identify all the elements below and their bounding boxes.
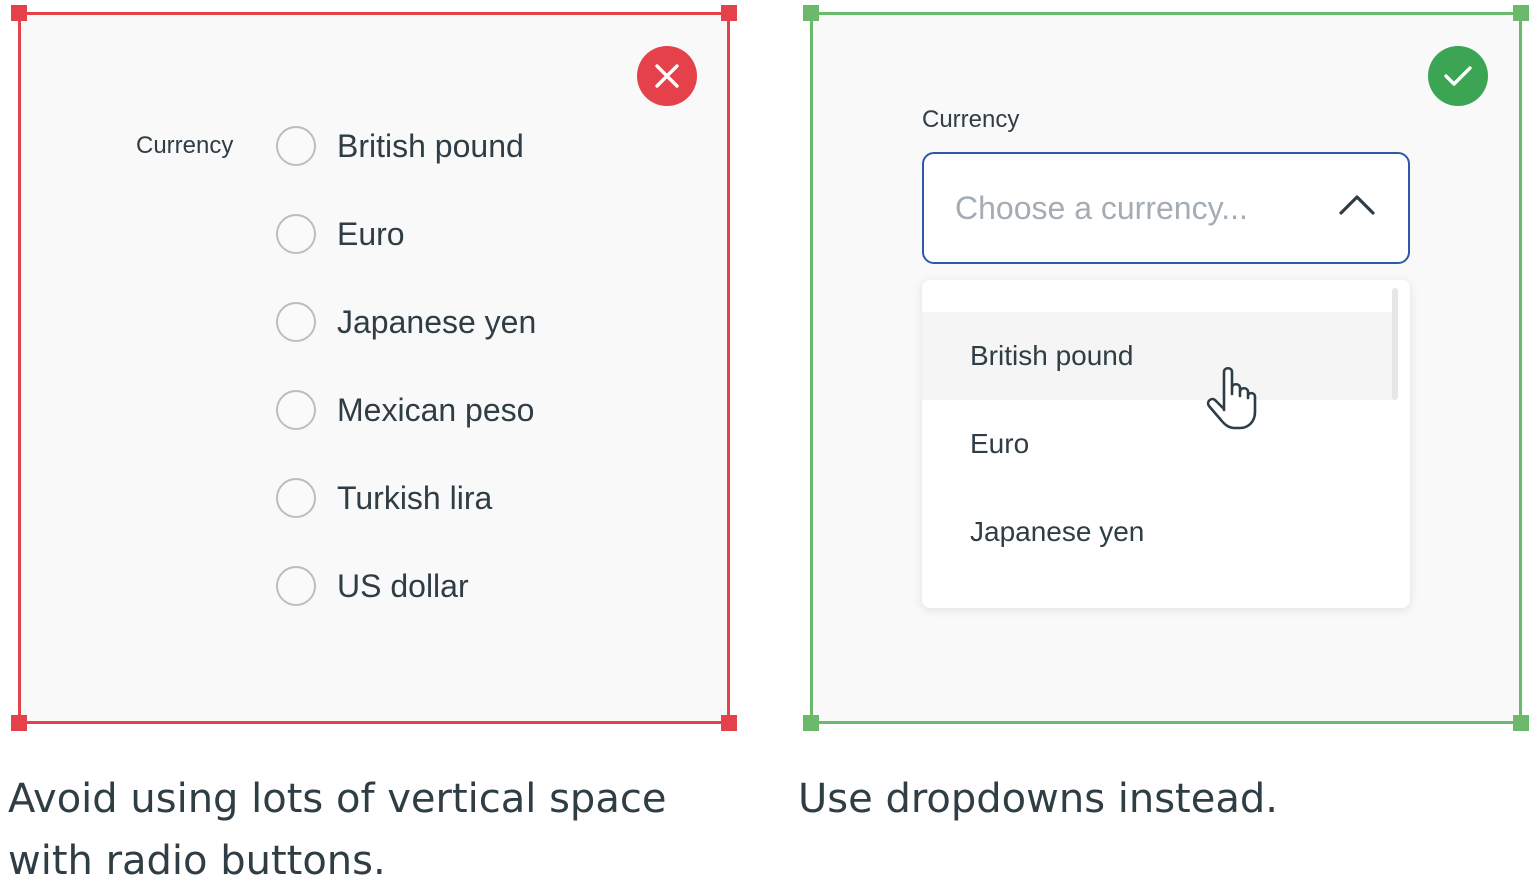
radio-button[interactable] <box>276 214 316 254</box>
currency-label: Currency <box>136 132 234 159</box>
radio-option-british-pound[interactable]: British pound <box>276 124 524 168</box>
radio-option-turkish-lira[interactable]: Turkish lira <box>276 476 492 520</box>
scrollbar[interactable] <box>1392 288 1398 400</box>
panel-border-bottom <box>18 721 730 724</box>
panel-border-top <box>810 12 1522 15</box>
panel-border-left <box>810 12 813 724</box>
radio-option-mexican-peso[interactable]: Mexican peso <box>276 388 534 432</box>
chevron-up-icon[interactable] <box>1338 192 1376 218</box>
hand-pointer-icon <box>1206 366 1257 430</box>
radio-button[interactable] <box>276 390 316 430</box>
currency-label: Currency <box>922 106 1020 133</box>
panel-border-right <box>727 12 730 724</box>
dropdown-option-euro[interactable]: Euro <box>922 400 1394 488</box>
corner-handle <box>721 5 737 21</box>
check-icon <box>1428 46 1488 106</box>
good-example-panel: Currency Choose a currency... British po… <box>803 5 1529 731</box>
dropdown-option-british-pound[interactable]: British pound <box>922 312 1394 400</box>
corner-handle <box>721 715 737 731</box>
radio-label: US dollar <box>337 567 469 604</box>
close-icon <box>637 46 697 106</box>
radio-option-euro[interactable]: Euro <box>276 212 405 256</box>
radio-label: Japanese yen <box>337 303 537 340</box>
panel-border-bottom <box>810 721 1522 724</box>
corner-handle <box>1513 715 1529 731</box>
radio-button[interactable] <box>276 126 316 166</box>
corner-handle <box>803 715 819 731</box>
dropdown-listbox[interactable]: British pound Euro Japanese yen <box>922 280 1410 608</box>
corner-handle <box>11 715 27 731</box>
select-placeholder: Choose a currency... <box>955 189 1248 226</box>
radio-label: Euro <box>337 215 405 252</box>
good-example-caption: Use dropdowns instead. <box>798 776 1278 822</box>
panel-border-top <box>18 12 730 15</box>
radio-label: Mexican peso <box>337 391 535 428</box>
radio-button[interactable] <box>276 478 316 518</box>
radio-label: British pound <box>337 127 524 164</box>
corner-handle <box>1513 5 1529 21</box>
corner-handle <box>803 5 819 21</box>
panel-border-right <box>1519 12 1522 724</box>
radio-button[interactable] <box>276 302 316 342</box>
panel-border-left <box>18 12 21 724</box>
bad-example-caption: Avoid using lots of vertical space with … <box>8 776 667 884</box>
radio-option-japanese-yen[interactable]: Japanese yen <box>276 300 536 344</box>
corner-handle <box>11 5 27 21</box>
radio-option-us-dollar[interactable]: US dollar <box>276 564 469 608</box>
bad-example-panel: Currency British pound Euro Japanese yen… <box>11 5 737 731</box>
radio-button[interactable] <box>276 566 316 606</box>
radio-label: Turkish lira <box>337 479 493 516</box>
dropdown-option-japanese-yen[interactable]: Japanese yen <box>922 488 1394 576</box>
currency-select[interactable]: Choose a currency... <box>922 152 1410 264</box>
